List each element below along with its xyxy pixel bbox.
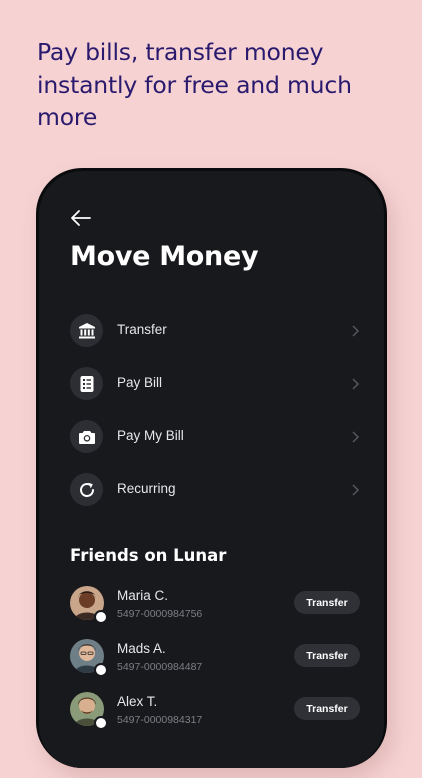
friend-row[interactable]: Alex T. 5497-0000984317 Transfer xyxy=(70,692,360,732)
back-arrow-icon[interactable] xyxy=(70,207,92,229)
chevron-right-icon xyxy=(352,378,360,390)
transfer-button[interactable]: Transfer xyxy=(294,591,360,614)
chevron-right-icon xyxy=(352,484,360,496)
friends-section-title: Friends on Lunar xyxy=(70,546,227,565)
friend-name: Alex T. xyxy=(117,694,158,709)
transfer-button[interactable]: Transfer xyxy=(294,697,360,720)
friend-account: 5497-0000984317 xyxy=(117,714,203,726)
promo-headline: Pay bills, transfer money instantly for … xyxy=(37,38,352,131)
friend-account: 5497-0000984487 xyxy=(117,661,203,673)
friend-account: 5497-0000984756 xyxy=(117,608,203,620)
menu-item-pay-bill[interactable]: Pay Bill xyxy=(70,367,360,403)
menu-item-recurring[interactable]: Recurring xyxy=(70,473,360,509)
page-title: Move Money xyxy=(70,241,259,272)
lunar-badge-icon xyxy=(94,716,108,730)
lunar-badge-icon xyxy=(94,610,108,624)
friend-row[interactable]: Mads A. 5497-0000984487 Transfer xyxy=(70,639,360,679)
friend-name: Mads A. xyxy=(117,641,166,656)
friend-name: Maria C. xyxy=(117,588,169,603)
app-screen: Move Money Transfer Pay Bill Pay My Bill… xyxy=(39,171,384,768)
chevron-right-icon xyxy=(352,431,360,443)
menu-label: Transfer xyxy=(117,322,167,337)
camera-icon xyxy=(70,420,103,453)
menu-item-pay-my-bill[interactable]: Pay My Bill xyxy=(70,420,360,456)
transfer-button[interactable]: Transfer xyxy=(294,644,360,667)
menu-item-transfer[interactable]: Transfer xyxy=(70,314,360,350)
bank-icon xyxy=(70,314,103,347)
lunar-badge-icon xyxy=(94,663,108,677)
phone-frame: Move Money Transfer Pay Bill Pay My Bill… xyxy=(36,168,387,768)
friend-row[interactable]: Maria C. 5497-0000984756 Transfer xyxy=(70,586,360,626)
menu-label: Pay My Bill xyxy=(117,428,184,443)
menu-label: Recurring xyxy=(117,481,176,496)
menu-label: Pay Bill xyxy=(117,375,163,390)
refresh-icon xyxy=(70,473,103,506)
chevron-right-icon xyxy=(352,325,360,337)
bill-icon xyxy=(70,367,103,400)
